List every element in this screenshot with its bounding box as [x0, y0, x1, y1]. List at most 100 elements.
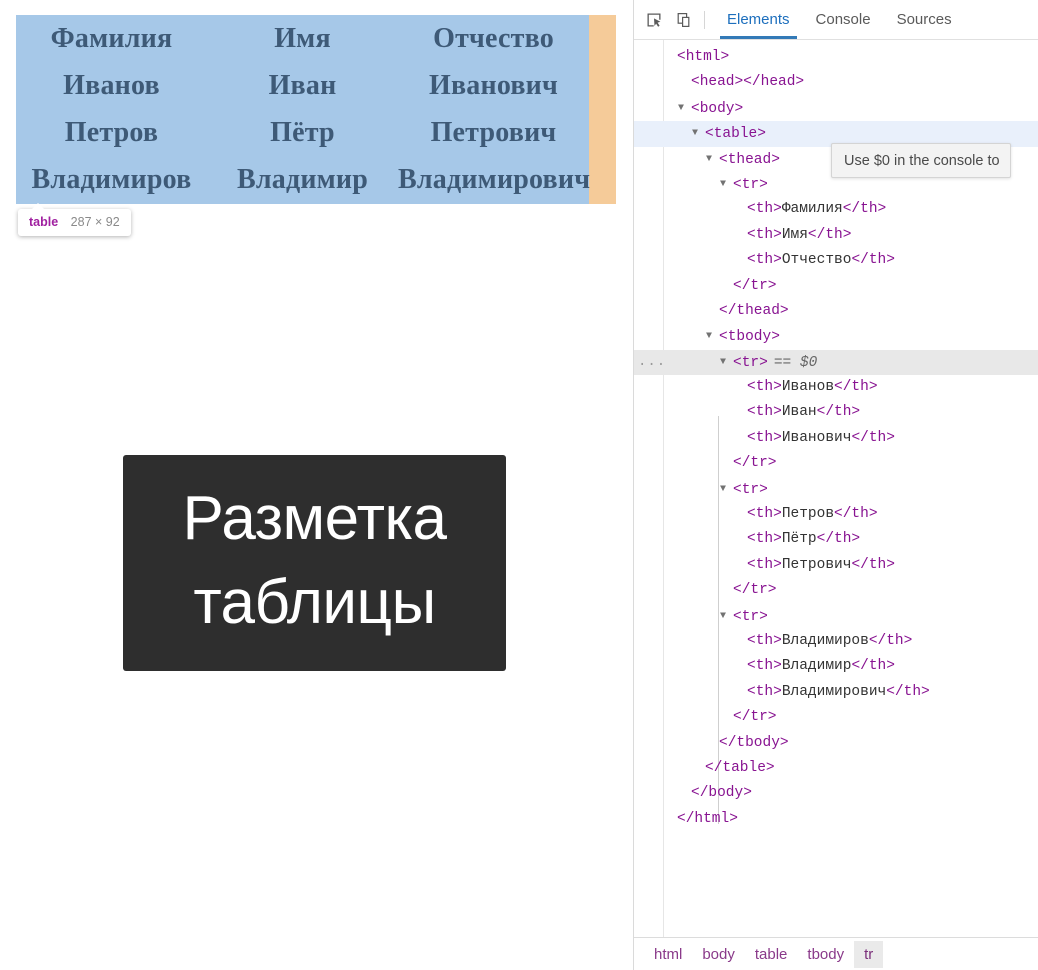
- node-tag: </body>: [691, 785, 752, 802]
- dom-node[interactable]: ▼ <tbody>: [634, 324, 1038, 349]
- table-cell: Владимир: [236, 164, 369, 196]
- node-text-content: Петрович: [781, 556, 852, 573]
- chevron-down-icon[interactable]: ▼: [720, 477, 733, 502]
- dom-node[interactable]: </thead>: [634, 299, 1038, 324]
- node-tag: </tbody>: [719, 734, 789, 751]
- node-tag-close: </th>: [842, 201, 887, 218]
- tooltip-tag-name: table: [29, 215, 59, 229]
- dom-node[interactable]: <html>: [634, 45, 1038, 70]
- table-cell: Иван: [268, 69, 337, 101]
- dom-node[interactable]: <th>Пётр</th>: [634, 527, 1038, 552]
- caption-overlay: Разметка таблицы: [123, 455, 506, 671]
- node-tag-close: </th>: [834, 506, 878, 523]
- node-tag: <head></head>: [691, 74, 805, 91]
- dom-node[interactable]: <th>Петрович</th>: [634, 553, 1038, 578]
- node-tag: <tr>: [733, 354, 768, 371]
- dom-node[interactable]: <th>Владимиров</th>: [634, 629, 1038, 654]
- demo-table-body: Иванов Иван Иванович Петров Пётр Петрови…: [16, 62, 590, 204]
- node-text-content: Иванович: [781, 429, 852, 446]
- breadcrumb-item-table[interactable]: table: [745, 941, 798, 968]
- dom-node[interactable]: <head></head>: [634, 70, 1038, 95]
- highlight-margin-box: [589, 15, 616, 204]
- dom-node[interactable]: <th>Владимирович</th>: [634, 680, 1038, 705]
- dom-node[interactable]: <th>Фамилия</th>: [634, 197, 1038, 222]
- table-row: Владимиров Владимир Владимирович: [16, 157, 590, 204]
- demo-table: Фамилия Имя Отчество Иванов Иван Иванови…: [16, 15, 590, 204]
- dom-node[interactable]: </tbody>: [634, 731, 1038, 756]
- dom-node[interactable]: </tr>: [634, 705, 1038, 730]
- node-tag: <table>: [705, 126, 766, 143]
- dom-node[interactable]: </tr>: [634, 578, 1038, 603]
- node-tag-close: </th>: [886, 683, 930, 700]
- node-tag-close: </th>: [851, 252, 895, 269]
- chevron-down-icon[interactable]: ▼: [692, 121, 705, 146]
- chevron-down-icon[interactable]: ▼: [678, 96, 691, 121]
- table-header-cell: Фамилия: [50, 22, 173, 54]
- table-cell: Иванов: [63, 69, 160, 101]
- node-tag-close: </th>: [816, 404, 861, 421]
- chevron-down-icon[interactable]: ▼: [720, 172, 733, 197]
- dom-node[interactable]: </tr>: [634, 451, 1038, 476]
- node-tag-open: <th>: [747, 658, 782, 675]
- dom-node[interactable]: <th>Иванович</th>: [634, 426, 1038, 451]
- node-text-content: Владимиров: [781, 632, 869, 649]
- node-tag-close: </th>: [816, 531, 861, 548]
- dom-node[interactable]: ▼ <tr>: [634, 477, 1038, 502]
- chevron-down-icon[interactable]: ▼: [706, 147, 719, 172]
- devtools-panel: Elements Console Sources <html> <head></h…: [633, 0, 1038, 970]
- dom-node[interactable]: ▼ <body>: [634, 96, 1038, 121]
- chevron-down-icon[interactable]: ▼: [720, 604, 733, 629]
- breadcrumb-item-tr[interactable]: tr: [854, 940, 884, 968]
- chevron-down-icon[interactable]: ▼: [706, 324, 719, 349]
- node-tag-open: <th>: [747, 252, 782, 269]
- node-tag: <body>: [691, 100, 744, 117]
- dom-node[interactable]: <th>Петров</th>: [634, 502, 1038, 527]
- dom-node[interactable]: </html>: [634, 807, 1038, 832]
- node-tag: </table>: [705, 759, 775, 776]
- caption-line-2: таблицы: [193, 568, 436, 637]
- dom-node[interactable]: </tr>: [634, 274, 1038, 299]
- tab-console[interactable]: Console: [803, 0, 884, 39]
- node-text-content: Иванов: [781, 379, 835, 396]
- dom-node[interactable]: <th>Отчество</th>: [634, 248, 1038, 273]
- node-text-content: Владимирович: [781, 683, 887, 700]
- dom-node[interactable]: <th>Владимир</th>: [634, 654, 1038, 679]
- tab-sources[interactable]: Sources: [884, 0, 965, 39]
- node-tag: </thead>: [719, 302, 789, 319]
- dom-node[interactable]: <th>Имя</th>: [634, 223, 1038, 248]
- node-tag-close: </th>: [851, 658, 895, 675]
- node-tag: <tr>: [733, 176, 768, 193]
- node-tag-open: <th>: [747, 632, 782, 649]
- table-cell: Петров: [64, 116, 159, 148]
- table-header-cell: Отчество: [433, 22, 554, 54]
- demo-table-head: Фамилия Имя Отчество: [16, 15, 589, 62]
- device-toolbar-icon[interactable]: [669, 6, 699, 34]
- node-tag: <tr>: [733, 608, 768, 625]
- node-tag: </tr>: [733, 277, 777, 294]
- inspect-element-icon[interactable]: [639, 6, 669, 34]
- tab-elements[interactable]: Elements: [714, 0, 803, 39]
- breadcrumb-item-html[interactable]: html: [644, 941, 692, 968]
- dom-node[interactable]: <th>Иван</th>: [634, 400, 1038, 425]
- tooltip-arrow: [31, 203, 45, 210]
- devtools-toolbar: Elements Console Sources: [634, 0, 1038, 40]
- table-cell: Петрович: [430, 116, 557, 148]
- dom-node[interactable]: <th>Иванов</th>: [634, 375, 1038, 400]
- dollar-zero-tooltip: Use $0 in the console to: [831, 143, 1011, 178]
- node-tag-open: <th>: [747, 226, 782, 243]
- node-text-content: Петров: [781, 506, 835, 523]
- node-tag-open: <th>: [747, 404, 782, 421]
- node-tag: <thead>: [719, 151, 780, 168]
- dom-node[interactable]: </body>: [634, 781, 1038, 806]
- node-overflow-dots[interactable]: ...: [638, 350, 665, 375]
- dom-node[interactable]: ... ▼ <tr> == $0: [634, 349, 1038, 376]
- breadcrumb: html body table tbody tr: [634, 937, 1038, 970]
- node-tag-close: </th>: [851, 429, 895, 446]
- node-tag: </tr>: [733, 455, 777, 472]
- breadcrumb-item-tbody[interactable]: tbody: [797, 941, 854, 968]
- chevron-down-icon[interactable]: ▼: [720, 350, 733, 375]
- breadcrumb-item-body[interactable]: body: [692, 941, 745, 968]
- dom-node[interactable]: ▼ <tr>: [634, 604, 1038, 629]
- node-tag-open: <th>: [747, 556, 782, 573]
- dom-node[interactable]: </table>: [634, 756, 1038, 781]
